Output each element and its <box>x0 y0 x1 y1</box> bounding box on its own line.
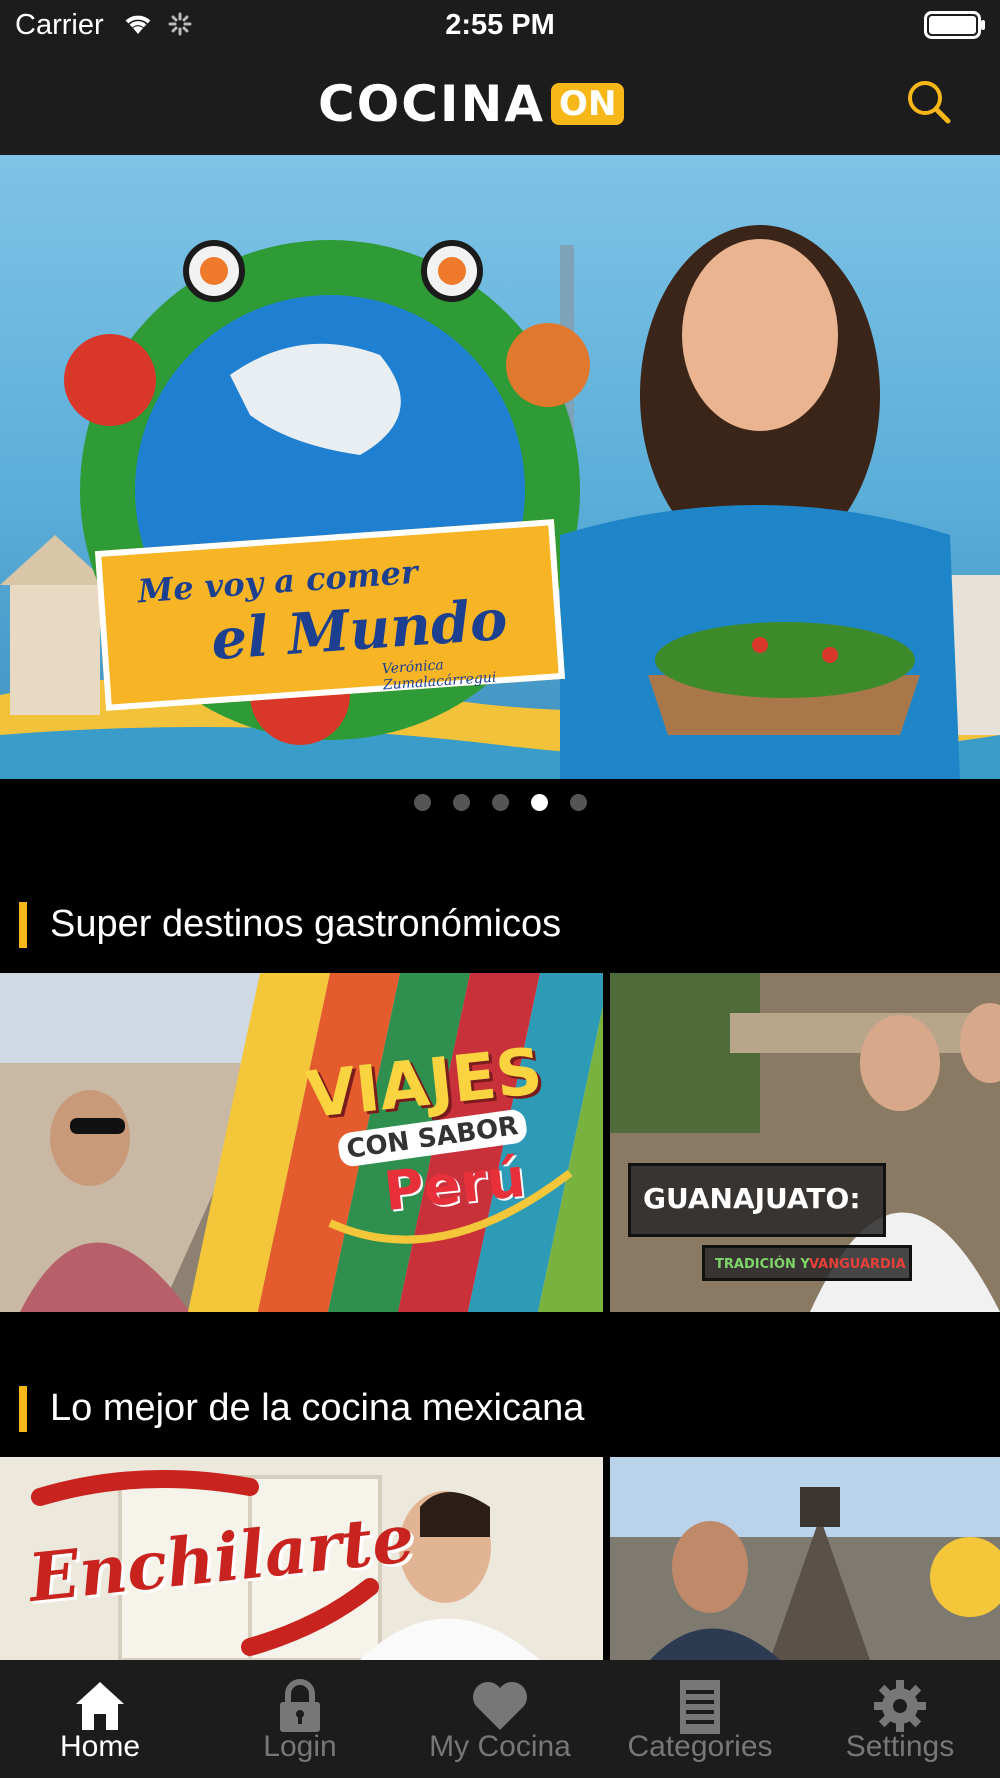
section-title: Super destinos gastronómicos <box>50 903 562 945</box>
tab-my-cocina[interactable]: My Cocina <box>400 1660 600 1778</box>
card-subtitle-box: TRADICIÓN Y VANGUARDIA <box>702 1245 912 1281</box>
heart-icon <box>473 1682 527 1730</box>
tab-login[interactable]: Login <box>200 1660 400 1778</box>
section-header: Lo mejor de la cocina mexicana <box>0 1384 1000 1434</box>
home-icon <box>76 1682 124 1730</box>
card-caption-box: GUANAJUATO: <box>628 1163 886 1237</box>
tab-categories[interactable]: Categories <box>600 1660 800 1778</box>
hero-title-banner: Me voy a comer el Mundo Verónica Zumalac… <box>94 519 566 711</box>
gear-icon <box>874 1680 926 1732</box>
show-card[interactable]: VIAJES CON SABOR Perú <box>0 973 603 1312</box>
list-icon <box>680 1680 720 1734</box>
tab-bar: Home Login My Cocina Categories Settings <box>0 1660 1000 1778</box>
section-accent-bar <box>19 1386 27 1432</box>
hero-carousel[interactable]: Me voy a comer el Mundo Verónica Zumalac… <box>0 155 1000 779</box>
tab-label: My Cocina <box>429 1730 571 1763</box>
status-bar: Carrier 2:55 PM <box>0 0 1000 50</box>
nav-bar: COCINA ON <box>0 50 1000 155</box>
battery-icon <box>924 11 985 39</box>
card-title-line3: VANGUARDIA <box>809 1257 906 1272</box>
show-card[interactable] <box>610 1457 1000 1660</box>
section-title: Lo mejor de la cocina mexicana <box>50 1387 585 1429</box>
page-dot[interactable] <box>569 794 587 811</box>
clock: 2:55 PM <box>445 9 555 41</box>
show-card[interactable]: GUANAJUATO: TRADICIÓN Y VANGUARDIA <box>610 973 1000 1312</box>
page-dot[interactable] <box>491 794 509 811</box>
logo-badge: ON <box>551 83 625 125</box>
app-logo: COCINA ON <box>318 75 625 133</box>
tab-home[interactable]: Home <box>0 1660 200 1778</box>
card-title-line1: GUANAJUATO: <box>643 1182 861 1215</box>
carousel-page-indicator[interactable] <box>0 794 1000 814</box>
page-dot-active[interactable] <box>530 794 548 811</box>
tab-label: Home <box>59 1730 141 1763</box>
tab-label: Categories <box>627 1730 773 1763</box>
show-card[interactable]: Enchilarte <box>0 1457 603 1660</box>
logo-text: COCINA <box>318 75 546 133</box>
section-carousel-row[interactable]: Enchilarte <box>0 1457 1000 1660</box>
tab-label: Login <box>263 1730 337 1763</box>
section-header: Super destinos gastronómicos <box>0 900 1000 950</box>
card-thumbnail <box>610 1457 1000 1660</box>
search-icon[interactable] <box>900 72 960 132</box>
lock-icon <box>280 1679 320 1732</box>
page-dot[interactable] <box>413 794 431 811</box>
card-title-line2: TRADICIÓN Y <box>715 1257 810 1272</box>
tab-settings[interactable]: Settings <box>800 1660 1000 1778</box>
section-carousel-row[interactable]: VIAJES CON SABOR Perú GUANAJUATO: TRADIC… <box>0 973 1000 1312</box>
page-dot[interactable] <box>452 794 470 811</box>
section-accent-bar <box>19 902 27 948</box>
tab-label: Settings <box>845 1730 955 1763</box>
